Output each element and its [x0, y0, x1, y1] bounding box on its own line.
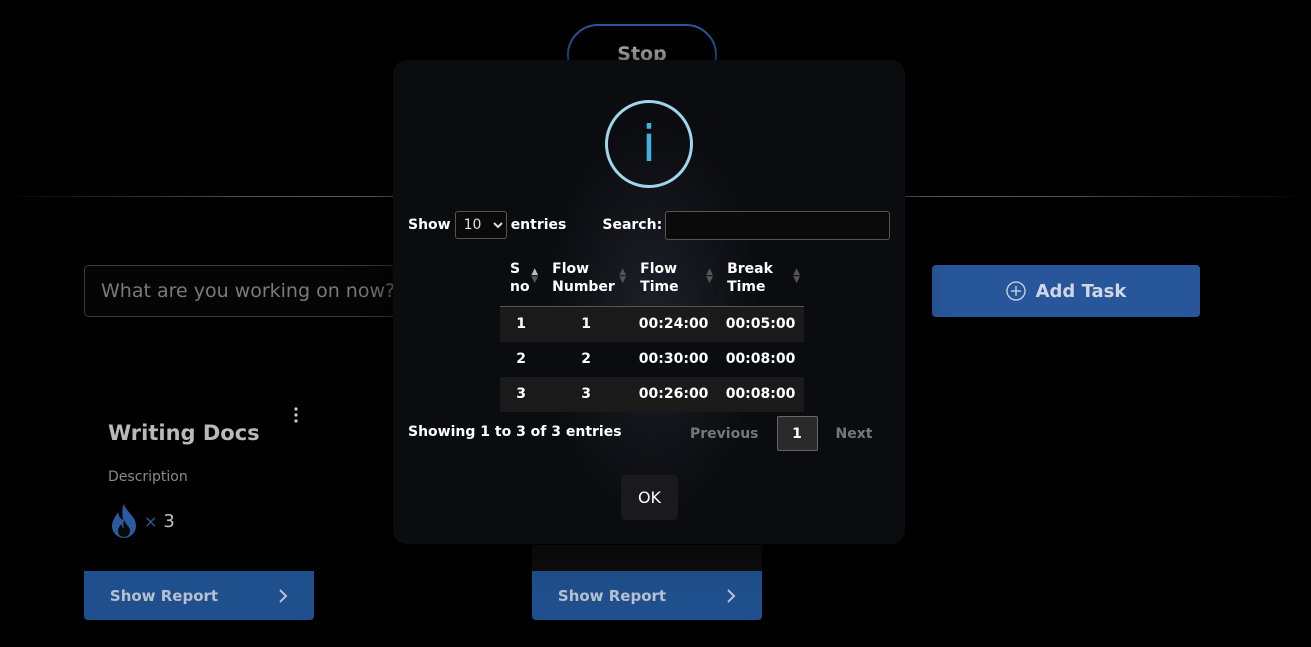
plus-circle-icon — [1005, 281, 1026, 301]
flow-table: Sno ▲ ▼ Flow Number ▲ ▼ Flow Time ▲ ▼ Break Ti… — [500, 256, 804, 412]
info-icon: i — [605, 100, 693, 188]
cell-flow-number: 3 — [542, 376, 631, 412]
task-description: Description — [108, 469, 188, 485]
table-row: 1 1 00:24:00 00:05:00 — [500, 306, 804, 342]
column-header-flow-time[interactable]: Flow Time ▲ ▼ — [630, 256, 718, 307]
cell-flow-time: 00:30:00 — [630, 341, 718, 377]
cell-flow-time: 00:26:00 — [630, 376, 718, 412]
cell-break-time: 00:08:00 — [717, 341, 804, 377]
sort-icon: ▲ ▼ — [531, 267, 539, 285]
search-input[interactable] — [665, 210, 890, 240]
flame-icon — [112, 504, 136, 538]
chevron-right-icon — [727, 588, 736, 603]
table-row: 3 3 00:26:00 00:08:00 — [500, 376, 804, 412]
next-button[interactable]: Next — [836, 426, 873, 442]
task-card: Writing Docs Description × 3 Show Report — [84, 395, 314, 620]
pagination: Previous 1 Next — [690, 416, 872, 451]
show-report-label: Show Report — [109, 586, 219, 605]
add-task-label: Add Task — [1035, 280, 1127, 302]
table-controls: Show 10 entries Search: — [408, 210, 890, 240]
sort-icon: ▲ ▼ — [793, 267, 800, 285]
show-report-label: Show Report — [557, 586, 667, 605]
column-header-break-time[interactable]: Break Time ▲ ▼ — [717, 256, 804, 307]
more-options-icon[interactable] — [291, 405, 301, 425]
column-header-flow-number[interactable]: Flow Number ▲ ▼ — [542, 256, 631, 307]
cell-sno: 2 — [500, 341, 543, 377]
table-row: 2 2 00:30:00 00:08:00 — [500, 341, 804, 377]
flow-report-modal: i Show 10 entries Search: Sno ▲ ▼ Flow Num… — [393, 60, 905, 544]
page-size-select[interactable]: 10 — [454, 211, 507, 239]
show-report-button[interactable]: Show Report — [532, 571, 762, 620]
page-button-current[interactable]: 1 — [776, 416, 818, 451]
chevron-right-icon — [279, 588, 288, 603]
cell-break-time: 00:08:00 — [717, 376, 804, 412]
table-info: Showing 1 to 3 of 3 entries — [408, 424, 622, 440]
cell-flow-number: 1 — [542, 306, 631, 342]
task-title: Writing Docs — [108, 421, 260, 445]
flow-count: × 3 — [110, 503, 175, 539]
ok-button[interactable]: OK — [621, 475, 678, 520]
column-header-sno[interactable]: Sno ▲ ▼ — [500, 256, 543, 307]
cell-break-time: 00:05:00 — [717, 306, 804, 342]
sort-icon: ▲ ▼ — [619, 267, 627, 285]
cell-sno: 1 — [500, 306, 543, 342]
show-report-button[interactable]: Show Report — [84, 571, 314, 620]
cell-flow-time: 00:24:00 — [630, 306, 718, 342]
flow-count-value: 3 — [163, 510, 175, 532]
cell-sno: 3 — [500, 376, 543, 412]
entries-label: entries — [510, 217, 567, 233]
times-sign: × — [144, 511, 158, 531]
previous-button[interactable]: Previous — [690, 426, 759, 442]
sort-icon: ▲ ▼ — [706, 267, 714, 285]
search-label: Search: — [602, 217, 663, 233]
add-task-button[interactable]: Add Task — [932, 265, 1200, 317]
table-header-row: Sno ▲ ▼ Flow Number ▲ ▼ Flow Time ▲ ▼ Break Ti… — [500, 256, 804, 307]
info-icon-letter: i — [642, 115, 656, 173]
show-label: Show — [408, 217, 451, 233]
cell-flow-number: 2 — [542, 341, 631, 377]
